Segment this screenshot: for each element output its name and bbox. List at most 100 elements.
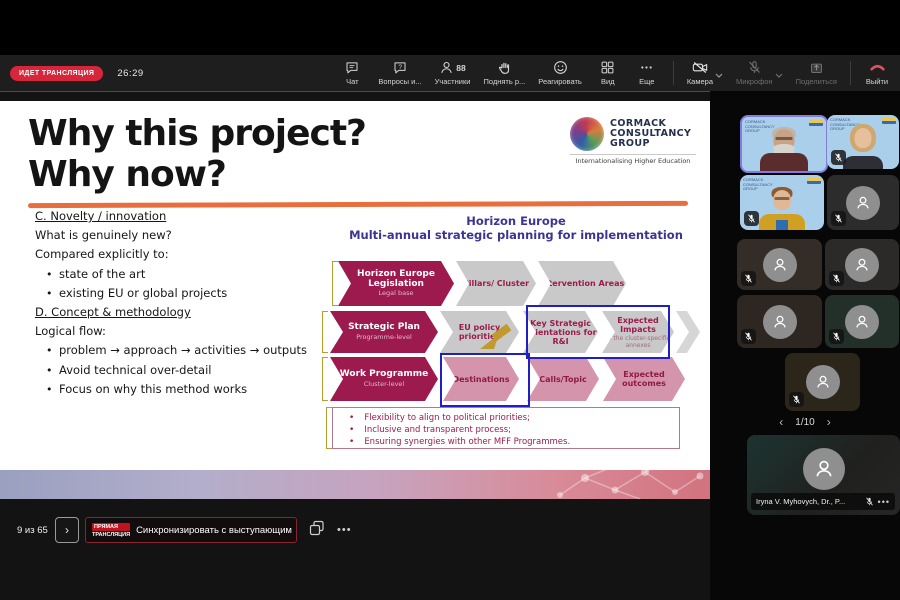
featured-participant-tile[interactable]: Iryna V. Myhovych, Dr., P... ••• [747,435,900,515]
highlight-box-orientations-impacts [526,305,670,359]
title-underline [28,201,688,208]
participant-avatar-tile[interactable] [825,239,899,290]
control-bar-more-button[interactable]: ••• [337,524,352,536]
avatar-icon [803,448,845,490]
participant-avatar-tile[interactable] [827,175,899,230]
participant-avatar-tile[interactable] [825,295,899,348]
leave-button[interactable]: Выйти [864,60,890,86]
globe-logo-icon [570,117,604,151]
grid-view-icon [600,60,615,75]
ellipsis-icon [639,60,654,75]
mic-muted-icon [747,60,762,75]
camera-chevron-icon[interactable] [715,65,723,83]
pagination-prev-button[interactable]: ‹ [779,415,783,429]
slide-line: Logical flow: [35,325,325,338]
arrow-work-programme: Work ProgrammeCluster-level [330,357,438,401]
avatar-icon [845,248,879,282]
smiley-icon [553,60,568,75]
live-broadcast-badge: ИДЕТ ТРАНСЛЯЦИЯ [10,66,103,81]
mic-muted-badge [789,392,804,407]
participants-sidebar: CORMACK CONSULTANCY GROUP CORMACK CONSUL… [710,91,900,600]
toolbar-divider [673,61,674,85]
more-button[interactable]: Еще [634,60,660,86]
camera-button[interactable]: Камера [687,60,713,86]
slide-bullet: Focus on why this method works [35,383,325,396]
shared-screen-stage: Why this project? Why now? CORMACK CONSU… [0,91,710,600]
meeting-timer: 26:29 [117,68,143,79]
mic-muted-badge [831,150,846,165]
sync-label: Синхронизировать с выступающим [136,525,292,536]
leave-call-icon [869,60,886,75]
mic-chevron-icon[interactable] [775,65,783,83]
slide-bullet: state of the art [35,268,325,281]
raise-hand-icon [497,60,512,75]
diagram-row-legislation: Horizon Europe LegislationLegal base Pil… [330,261,702,306]
qa-label: Вопросы и... [378,77,421,86]
presentation-slide: Why this project? Why now? CORMACK CONSU… [0,101,710,470]
participant-more-button[interactable]: ••• [878,497,890,507]
qa-button[interactable]: ? Вопросы и... [378,60,421,86]
app-window: ИДЕТ ТРАНСЛЯЦИЯ 26:29 Чат ? Вопросы и...… [0,0,900,600]
diagram-bracket [322,357,328,401]
mic-button[interactable]: Микрофон [736,60,773,86]
participant-avatar-tile[interactable] [737,239,822,290]
slide-thumbnails-icon[interactable] [309,520,325,541]
logo-text: CORMACK CONSULTANCY GROUP [610,119,691,149]
mic-muted-badge [741,329,756,344]
chat-label: Чат [346,77,358,86]
participant-video-speaker[interactable]: CORMACK CONSULTANCY GROUP [740,115,828,173]
more-label: Еще [639,77,654,86]
slide-heading: D. Concept & methodology [35,306,325,319]
arrow-calls-topic: Calls/Topic [527,357,599,401]
participants-count: 88 [456,63,465,73]
slide-bullet: problem → approach → activities → output… [35,344,325,357]
react-button[interactable]: Реагировать [538,60,582,86]
toolbar-divider [850,61,851,85]
slide-footer-band [0,470,710,499]
diagram-note: Inclusive and transparent process; [333,424,679,436]
diagram-notes-box: Flexibility to align to political priori… [332,407,680,449]
sync-with-presenter-button[interactable]: ПРЯМАЯ ТРАНСЛЯЦИЯ Синхронизировать с выс… [85,517,297,543]
share-screen-icon [809,60,824,75]
raise-hand-button[interactable]: Поднять р... [483,60,525,86]
share-button[interactable]: Поделиться [796,60,837,86]
avatar-icon [846,186,880,220]
logo-tagline: Internationalising Higher Education [570,154,696,165]
mic-muted-badge [829,329,844,344]
cormack-logo: CORMACK CONSULTANCY GROUP Internationali… [570,117,696,175]
share-label: Поделиться [796,77,837,86]
leave-label: Выйти [866,77,888,86]
view-button[interactable]: Вид [595,60,621,86]
participant-figure [754,125,814,171]
slide-text-column: C. Novelty / innovation What is genuinel… [35,210,325,402]
participant-avatar-tile[interactable] [737,295,822,348]
slide-heading: C. Novelty / innovation [35,210,325,223]
participant-name: Iryna V. Myhovych, Dr., P... [756,497,861,506]
gallery-pagination: ‹ 1/10 › [710,415,900,429]
participant-figure [752,184,812,230]
chat-button[interactable]: Чат [339,60,365,86]
avatar-icon [845,305,879,339]
participants-button[interactable]: 88 Участники [435,60,471,86]
mic-muted-badge [829,271,844,286]
slide-line: What is genuinely new? [35,229,325,242]
chat-icon [344,60,360,75]
mic-muted-badge [831,211,846,226]
mic-group: Микрофон [736,60,783,86]
avatar-icon [763,248,797,282]
meeting-toolbar: ИДЕТ ТРАНСЛЯЦИЯ 26:29 Чат ? Вопросы и...… [0,55,900,91]
arrow-tail [676,311,700,353]
raise-hand-label: Поднять р... [483,77,525,86]
participant-avatar-tile[interactable] [785,353,860,411]
slide-line: Compared explicitly to: [35,248,325,261]
arrow-expected-outcomes: Expected outcomes [603,357,685,401]
mic-muted-badge [741,271,756,286]
next-slide-button[interactable]: › [55,517,79,543]
slide-title: Why this project? Why now? [28,113,366,195]
mic-muted-icon [865,493,874,511]
pagination-next-button[interactable]: › [827,415,831,429]
participant-video[interactable]: CORMACK CONSULTANCY GROUP [740,175,824,230]
participant-video[interactable]: CORMACK CONSULTANCY GROUP [827,115,899,169]
avatar-icon [763,305,797,339]
question-bubble-icon: ? [392,60,408,75]
